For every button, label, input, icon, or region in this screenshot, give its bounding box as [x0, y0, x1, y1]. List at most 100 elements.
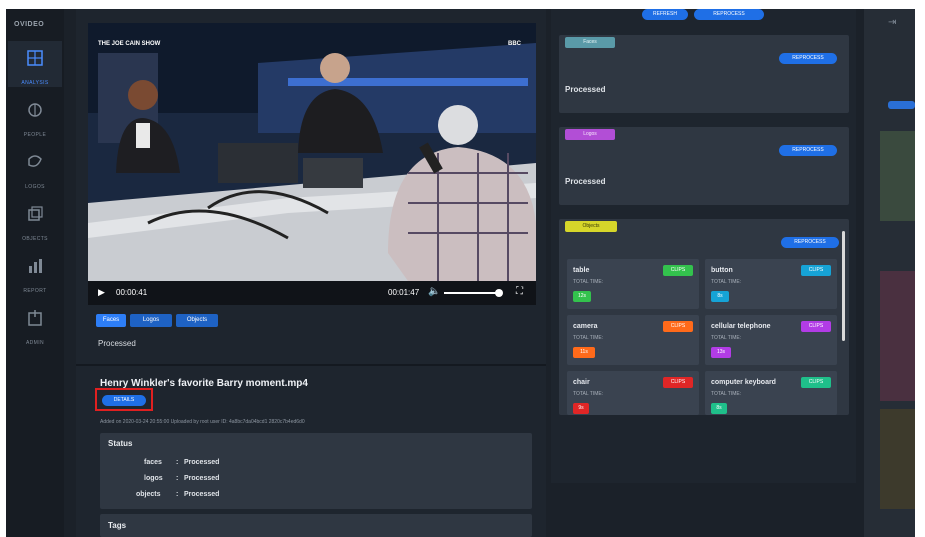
admin-icon — [28, 310, 42, 326]
sidebar-item-analysis[interactable]: ANALYSIS — [8, 41, 62, 87]
tab-status-text: Processed — [98, 339, 136, 348]
status-logos-key: logos — [144, 475, 163, 482]
sidebar-item-label: PEOPLE — [23, 132, 47, 138]
reprocess-all-button[interactable]: REPROCESS — [694, 9, 764, 20]
volume-icon[interactable]: 🔈 — [428, 286, 440, 297]
object-card-button[interactable]: button TOTAL TIME: 8s CLIPS — [705, 259, 837, 309]
logout-icon[interactable]: ⇥ — [888, 17, 896, 28]
clips-button[interactable]: CLIPS — [801, 321, 831, 332]
logo-icon — [28, 155, 42, 167]
thumbnail[interactable] — [880, 271, 915, 401]
objects-reprocess-button[interactable]: REPROCESS — [781, 237, 839, 248]
object-total-label: TOTAL TIME: — [573, 391, 604, 397]
refresh-button[interactable]: REFRESH — [642, 9, 688, 20]
status-heading: Status — [108, 439, 133, 448]
object-name: cellular telephone — [711, 323, 771, 330]
object-name: button — [711, 267, 733, 274]
duration: 00:01:47 — [388, 288, 420, 297]
tab-objects[interactable]: Objects — [176, 314, 218, 327]
object-total-label: TOTAL TIME: — [711, 335, 742, 341]
sidebar-item-label: ADMIN — [25, 340, 45, 346]
status-faces-value: Processed — [184, 459, 220, 466]
object-card-chair[interactable]: chair TOTAL TIME: 9s CLIPS — [567, 371, 699, 415]
object-card-computer-keyboard[interactable]: computer keyboard TOTAL TIME: 8s CLIPS — [705, 371, 837, 415]
faces-reprocess-button[interactable]: REPROCESS — [779, 53, 837, 64]
object-time: 8s — [711, 403, 727, 414]
logos-section: Logos REPROCESS Processed — [559, 127, 849, 205]
clips-button[interactable]: CLIPS — [663, 321, 693, 332]
object-time: 9s — [573, 403, 589, 414]
status-objects-value: Processed — [184, 491, 220, 498]
objects-icon — [28, 206, 43, 221]
play-icon[interactable]: ▶ — [98, 287, 105, 298]
video-meta: Added on 2020-03-24 20:55:00 Uploaded by… — [100, 419, 305, 425]
object-total-label: TOTAL TIME: — [573, 335, 604, 341]
tab-logos[interactable]: Logos — [130, 314, 172, 327]
tags-card: Tags — [100, 514, 532, 537]
app-window: OVIDEO ANALYSIS PEOPLE LOGOS OBJECTS REP… — [6, 9, 915, 537]
player-controls: ▶ 00:00:41 00:01:47 🔈 ⛶ — [88, 281, 536, 305]
fullscreen-icon[interactable]: ⛶ — [516, 286, 523, 297]
side-drawer: ⇥ — [864, 9, 915, 537]
objects-section: Objects REPROCESS table TOTAL TIME: 12s … — [559, 219, 849, 415]
tab-faces[interactable]: Faces — [96, 314, 126, 327]
object-time: 8s — [711, 291, 729, 302]
object-name: camera — [573, 323, 598, 330]
object-time: 12s — [573, 291, 591, 302]
details-button[interactable]: DETAILS — [102, 395, 146, 406]
faces-status: Processed — [565, 85, 606, 94]
clips-button[interactable]: CLIPS — [663, 265, 693, 276]
thumbnail[interactable] — [880, 131, 915, 221]
sidebar-item-report[interactable]: REPORT — [8, 249, 62, 295]
clips-button[interactable]: CLIPS — [663, 377, 693, 388]
current-time: 00:00:41 — [116, 288, 148, 297]
volume-handle[interactable] — [495, 289, 503, 297]
report-icon — [29, 259, 42, 273]
status-logos-value: Processed — [184, 475, 220, 482]
object-total-label: TOTAL TIME: — [711, 279, 742, 285]
object-name: chair — [573, 379, 590, 386]
divider — [76, 364, 546, 366]
object-name: table — [573, 267, 590, 274]
sidebar-item-logos[interactable]: LOGOS — [8, 145, 62, 191]
object-total-label: TOTAL TIME: — [573, 279, 604, 285]
faces-section: Faces REPROCESS Processed — [559, 35, 849, 113]
clips-button[interactable]: CLIPS — [801, 377, 831, 388]
objects-scrollbar[interactable] — [842, 231, 845, 341]
logos-status: Processed — [565, 177, 606, 186]
volume-slider[interactable] — [444, 289, 503, 297]
clips-button[interactable]: CLIPS — [801, 265, 831, 276]
faces-badge: Faces — [565, 37, 615, 48]
app-logo: OVIDEO — [14, 21, 45, 28]
channel-logo: BBC — [508, 41, 522, 47]
object-card-cellular-telephone[interactable]: cellular telephone TOTAL TIME: 13s CLIPS — [705, 315, 837, 365]
status-separator: : — [176, 475, 179, 482]
sidebar-item-label: LOGOS — [25, 184, 45, 190]
grid-icon — [27, 50, 43, 66]
objects-badge: Objects — [565, 221, 617, 232]
sidebar-item-label: ANALYSIS — [21, 80, 49, 86]
object-name: computer keyboard — [711, 379, 776, 386]
status-objects-key: objects — [136, 491, 161, 498]
logos-reprocess-button[interactable]: REPROCESS — [779, 145, 837, 156]
person-icon — [28, 103, 42, 117]
sidebar-item-label: OBJECTS — [22, 236, 48, 242]
show-logo: THE JOE CAIN SHOW — [98, 41, 161, 47]
thumbnail[interactable] — [880, 409, 915, 509]
sidebar-item-people[interactable]: PEOPLE — [8, 93, 62, 139]
video-player[interactable]: THE JOE CAIN SHOW BBC ▶ 00:00:41 00:01:4… — [88, 23, 536, 305]
sidebar-item-admin[interactable]: ADMIN — [8, 301, 62, 347]
status-separator: : — [176, 491, 179, 498]
sidebar-item-label: REPORT — [23, 288, 47, 294]
object-time: 11s — [573, 347, 595, 358]
object-total-label: TOTAL TIME: — [711, 391, 742, 397]
object-card-table[interactable]: table TOTAL TIME: 12s CLIPS — [567, 259, 699, 309]
status-card: Status faces : Processed logos : Process… — [100, 433, 532, 509]
video-frame: THE JOE CAIN SHOW BBC — [88, 23, 536, 281]
drawer-button[interactable] — [888, 101, 915, 109]
status-faces-key: faces — [144, 459, 162, 466]
sidebar-item-objects[interactable]: OBJECTS — [8, 197, 62, 243]
object-card-camera[interactable]: camera TOTAL TIME: 11s CLIPS — [567, 315, 699, 365]
logos-badge: Logos — [565, 129, 615, 140]
status-separator: : — [176, 459, 179, 466]
